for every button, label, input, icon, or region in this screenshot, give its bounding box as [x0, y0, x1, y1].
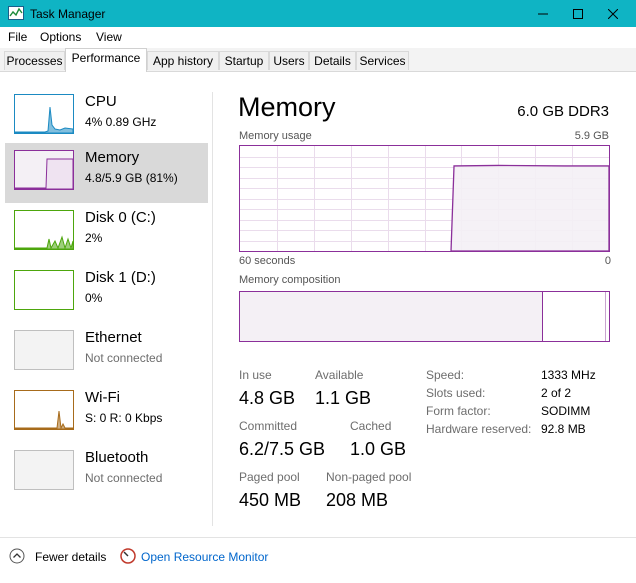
slots-label: Slots used: — [426, 386, 486, 400]
composition-standby — [543, 292, 606, 341]
sidebar-item-name: Memory — [85, 149, 140, 166]
hardware-reserved-label: Hardware reserved: — [426, 422, 532, 436]
sidebar-item-detail: 4.8/5.9 GB (81%) — [85, 171, 178, 185]
usage-graph-max: 5.9 GB — [574, 130, 609, 142]
memory-usage-area — [450, 164, 610, 252]
menu-view[interactable]: View — [96, 30, 122, 44]
paged-pool-value: 450 MB — [239, 490, 302, 510]
tab-services[interactable]: Services — [356, 51, 409, 70]
committed-value: 6.2/7.5 GB — [239, 439, 326, 459]
sidebar-thumbnail-graph — [14, 270, 74, 310]
tab-startup[interactable]: Startup — [219, 51, 269, 70]
sidebar-item-bluetooth[interactable]: Bluetooth Not connected — [5, 443, 208, 503]
sidebar-item-name: Ethernet — [85, 329, 142, 346]
cached-label: Cached — [350, 419, 392, 433]
sidebar-thumbnail-graph — [14, 150, 74, 190]
speed-label: Speed: — [426, 368, 465, 382]
menu-options[interactable]: Options — [40, 30, 81, 44]
chevron-up-circle-icon[interactable] — [9, 548, 25, 564]
memory-spec: 6.0 GB DDR3 — [517, 103, 609, 120]
sidebar-item-name: Disk 1 (D:) — [85, 269, 156, 286]
composition-in-use — [240, 292, 543, 341]
graph-time-left: 60 seconds — [239, 255, 296, 267]
maximize-icon — [573, 8, 583, 19]
sidebar-item-detail: 2% — [85, 231, 103, 245]
form-factor-label: Form factor: — [426, 404, 491, 418]
sidebar-item-name: CPU — [85, 93, 117, 110]
sidebar-thumbnail-graph — [14, 94, 74, 134]
graph-time-right: 0 — [604, 255, 611, 267]
close-icon — [608, 8, 618, 19]
menu-file[interactable]: File — [8, 30, 27, 44]
resource-monitor-icon — [120, 548, 136, 564]
sidebar-thumbnail-graph — [14, 450, 74, 490]
sidebar-item-detail: Not connected — [85, 351, 163, 365]
sidebar-item-name: Bluetooth — [85, 449, 149, 466]
available-value: 1.1 GB — [315, 388, 372, 408]
fewer-details-button[interactable]: Fewer details — [35, 550, 106, 564]
committed-label: Committed — [239, 419, 298, 433]
usage-graph-label: Memory usage — [239, 130, 312, 142]
sidebar-item-memory[interactable]: Memory 4.8/5.9 GB (81%) — [5, 143, 208, 203]
sidebar-item-disk-1-d[interactable]: Disk 1 (D:) 0% — [5, 263, 208, 323]
form-factor-value: SODIMM — [541, 404, 591, 418]
footer: Fewer details Open Resource Monitor — [0, 537, 636, 583]
memory-usage-chart — [240, 146, 610, 252]
window-title: Task Manager — [30, 7, 106, 21]
speed-value: 1333 MHz — [541, 368, 596, 382]
sidebar-divider — [212, 92, 213, 526]
cached-value: 1.0 GB — [350, 439, 407, 459]
sidebar-item-name: Disk 0 (C:) — [85, 209, 156, 226]
sidebar-item-cpu[interactable]: CPU 4% 0.89 GHz — [5, 87, 208, 147]
minimize-icon — [538, 13, 548, 14]
close-button[interactable] — [590, 0, 636, 27]
sidebar-item-detail: 4% 0.89 GHz — [85, 115, 157, 129]
title-bar: Task Manager — [0, 0, 636, 27]
composition-label: Memory composition — [239, 274, 341, 286]
available-label: Available — [315, 368, 364, 382]
in-use-label: In use — [239, 368, 272, 382]
sidebar-item-detail: Not connected — [85, 471, 163, 485]
sidebar-item-detail: S: 0 R: 0 Kbps — [85, 411, 163, 425]
tab-details[interactable]: Details — [309, 51, 356, 70]
tab-users[interactable]: Users — [269, 51, 309, 70]
slots-value: 2 of 2 — [541, 386, 572, 400]
sidebar-item-disk-0-c[interactable]: Disk 0 (C:) 2% — [5, 203, 208, 263]
sidebar-thumbnail-graph — [14, 330, 74, 370]
sidebar-item-name: Wi-Fi — [85, 389, 120, 406]
nonpaged-pool-value: 208 MB — [326, 490, 389, 510]
menu-bar: File Options View — [0, 27, 636, 47]
hardware-reserved-value: 92.8 MB — [541, 422, 586, 436]
sidebar-item-detail: 0% — [85, 291, 103, 305]
sidebar-thumbnail-graph — [14, 390, 74, 430]
memory-usage-graph — [239, 145, 610, 252]
open-resource-monitor-link[interactable]: Open Resource Monitor — [141, 550, 268, 564]
tab-app-history[interactable]: App history — [147, 51, 219, 70]
sidebar-item-wi-fi[interactable]: Wi-Fi S: 0 R: 0 Kbps — [5, 383, 208, 443]
tab-performance[interactable]: Performance — [65, 48, 147, 72]
paged-pool-label: Paged pool — [239, 470, 300, 484]
in-use-value: 4.8 GB — [239, 388, 296, 408]
sidebar-item-ethernet[interactable]: Ethernet Not connected — [5, 323, 208, 383]
task-manager-icon — [8, 6, 24, 20]
memory-composition-bar — [239, 291, 610, 342]
tab-strip: Processes Performance App history Startu… — [0, 48, 636, 72]
tab-processes[interactable]: Processes — [4, 51, 65, 70]
nonpaged-pool-label: Non-paged pool — [326, 470, 412, 484]
page-title: Memory — [238, 92, 336, 122]
sidebar-thumbnail-graph — [14, 210, 74, 250]
